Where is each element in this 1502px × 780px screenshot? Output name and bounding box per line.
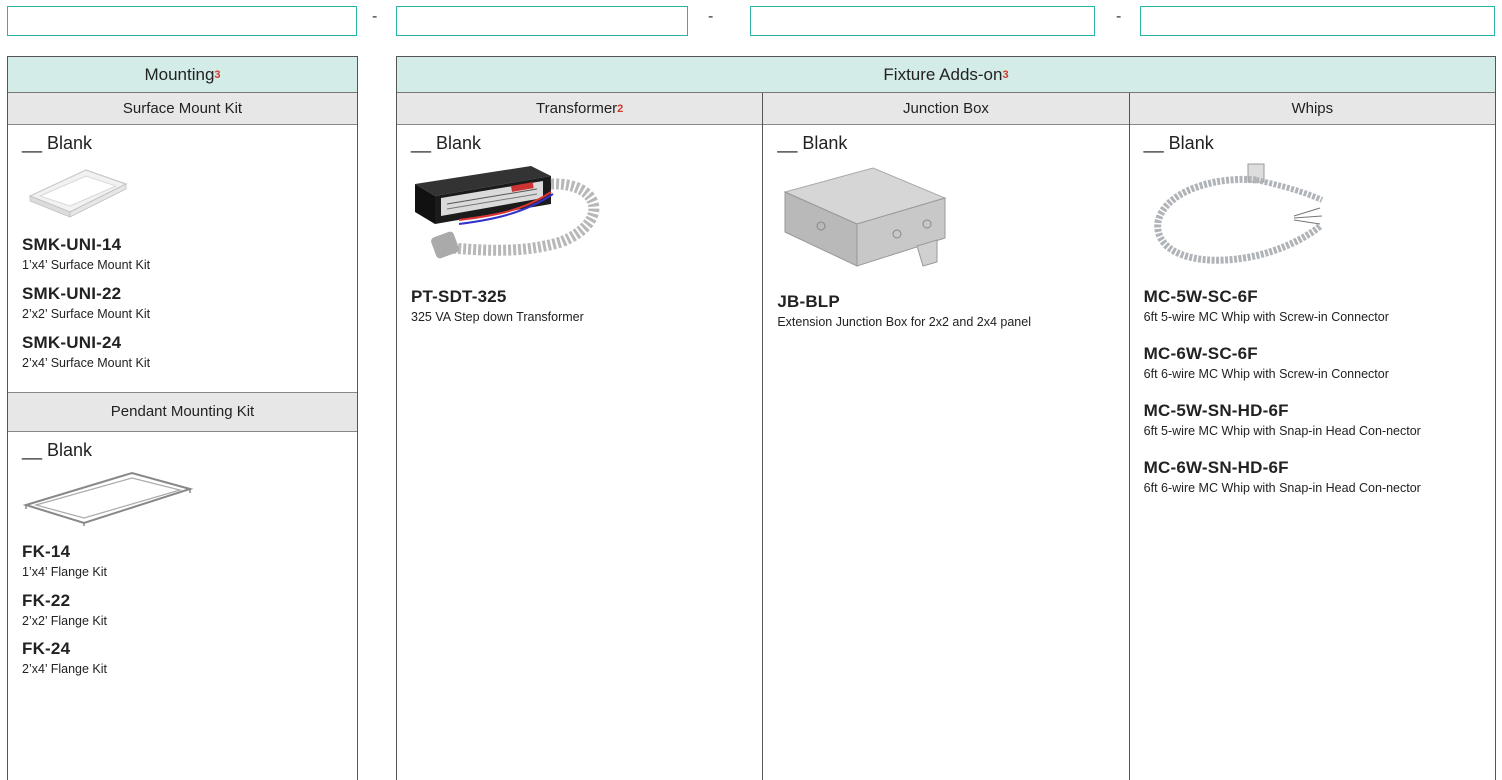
option-code: SMK-UNI-14 [22, 235, 122, 254]
junction-box-column: Junction Box __ Blank JB-BLP Extension J… [763, 93, 1130, 780]
code-box-2[interactable] [396, 6, 688, 36]
blank-option[interactable]: __ Blank [22, 440, 343, 461]
option-description: 2’x4’ Flange Kit [22, 662, 107, 677]
flange-kit-image [22, 469, 343, 532]
surface-mount-kit-image [22, 162, 343, 225]
option-description: 2’x2’ Surface Mount Kit [22, 306, 151, 321]
option-mc-6w-sc-6f[interactable]: MC-6W-SC-6F 6ft 6-wire MC Whip with Scre… [1144, 344, 1481, 383]
transformer-title: Transformer [536, 100, 618, 117]
pendant-mount-section: __ Blank FK-14 1’x4’ Flange Kit FK-22 2’… [8, 432, 357, 685]
option-code: MC-5W-SN-HD-6F [1143, 400, 1289, 420]
option-code: JB-BLP [777, 292, 840, 311]
option-smk-uni-14[interactable]: SMK-UNI-14 1’x4’ Surface Mount Kit [22, 235, 343, 274]
option-code: MC-6W-SC-6F [1143, 343, 1258, 363]
code-box-3[interactable] [750, 6, 1095, 36]
option-description: 325 VA Step down Transformer [411, 310, 584, 324]
option-description: 6ft 5-wire MC Whip with Screw-in Connect… [1143, 310, 1389, 324]
option-mc-6w-sn-hd-6f[interactable]: MC-6W-SN-HD-6F 6ft 6-wire MC Whip with S… [1144, 458, 1481, 497]
option-code: FK-24 [22, 639, 71, 659]
blank-option[interactable]: __ Blank [777, 133, 1114, 154]
option-fk-14[interactable]: FK-14 1’x4’ Flange Kit [22, 542, 343, 581]
separator-dash: - [1116, 8, 1122, 25]
addon-columns: Transformer 2 __ Blank PT-SDT-325 325 VA… [397, 93, 1495, 780]
option-smk-uni-22[interactable]: SMK-UNI-22 2’x2’ Surface Mount Kit [22, 284, 343, 323]
option-fk-24[interactable]: FK-24 2’x4’ Flange Kit [22, 639, 343, 678]
surface-mount-header: Surface Mount Kit [8, 93, 357, 125]
option-code: PT-SDT-325 [411, 287, 507, 306]
option-pt-sdt-325[interactable]: PT-SDT-325 325 VA Step down Transformer [411, 287, 748, 326]
option-description: Extension Junction Box for 2x2 and 2x4 p… [777, 315, 1031, 329]
option-description: 2’x2’ Flange Kit [22, 613, 107, 628]
option-code: MC-5W-SC-6F [1143, 287, 1258, 306]
transformer-header: Transformer 2 [397, 93, 763, 125]
option-code: FK-22 [22, 590, 71, 610]
option-smk-uni-24[interactable]: SMK-UNI-24 2’x4’ Surface Mount Kit [22, 333, 343, 372]
fixture-addons-header: Fixture Adds-on 3 [397, 57, 1495, 93]
mounting-panel: Mounting 3 Surface Mount Kit __ Blank SMK… [7, 56, 358, 780]
whips-header: Whips [1129, 93, 1495, 125]
option-code: FK-14 [22, 541, 71, 561]
whip-image [1144, 162, 1481, 277]
option-description: 2’x4’ Surface Mount Kit [22, 355, 151, 370]
option-code: SMK-UNI-22 [22, 283, 122, 303]
transformer-image [411, 162, 748, 277]
junction-box-image [777, 162, 1114, 282]
separator-dash: - [372, 8, 378, 25]
transformer-column: Transformer 2 __ Blank PT-SDT-325 325 VA… [397, 93, 764, 780]
blank-option[interactable]: __ Blank [411, 133, 748, 154]
option-description: 6ft 5-wire MC Whip with Snap-in Head Con… [1143, 423, 1421, 438]
pendant-mount-header: Pendant Mounting Kit [8, 391, 357, 432]
option-fk-22[interactable]: FK-22 2’x2’ Flange Kit [22, 591, 343, 630]
option-description: 6ft 6-wire MC Whip with Screw-in Connect… [1143, 366, 1389, 381]
fixture-addons-title: Fixture Adds-on [883, 64, 1003, 84]
option-mc-5w-sc-6f[interactable]: MC-5W-SC-6F 6ft 5-wire MC Whip with Scre… [1144, 287, 1481, 326]
option-description: 6ft 6-wire MC Whip with Snap-in Head Con… [1143, 480, 1421, 495]
option-description: 1’x4’ Surface Mount Kit [22, 258, 151, 272]
mounting-header: Mounting 3 [8, 57, 357, 93]
blank-option[interactable]: __ Blank [22, 133, 343, 154]
blank-option[interactable]: __ Blank [1144, 133, 1481, 154]
separator-dash: - [708, 8, 714, 25]
option-mc-5w-sn-hd-6f[interactable]: MC-5W-SN-HD-6F 6ft 5-wire MC Whip with S… [1144, 401, 1481, 440]
surface-mount-section: __ Blank SMK-UNI-14 1’x4’ Surface Mount … [8, 125, 357, 378]
code-box-4[interactable] [1140, 6, 1495, 36]
junction-box-header: Junction Box [763, 93, 1129, 125]
fixture-addons-panel: Fixture Adds-on3 Transformer2 __ Blank [396, 56, 1496, 780]
option-jb-blp[interactable]: JB-BLP Extension Junction Box for 2x2 an… [777, 292, 1114, 331]
option-code: SMK-UNI-24 [22, 332, 122, 352]
option-code: MC-6W-SN-HD-6F [1143, 457, 1289, 477]
mounting-title: Mounting [144, 64, 215, 84]
code-box-1[interactable] [7, 6, 357, 36]
whips-column: Whips __ Blank MC-5W-SC-6F 6ft 5-wire MC… [1129, 93, 1495, 780]
option-description: 1’x4’ Flange Kit [22, 564, 107, 579]
